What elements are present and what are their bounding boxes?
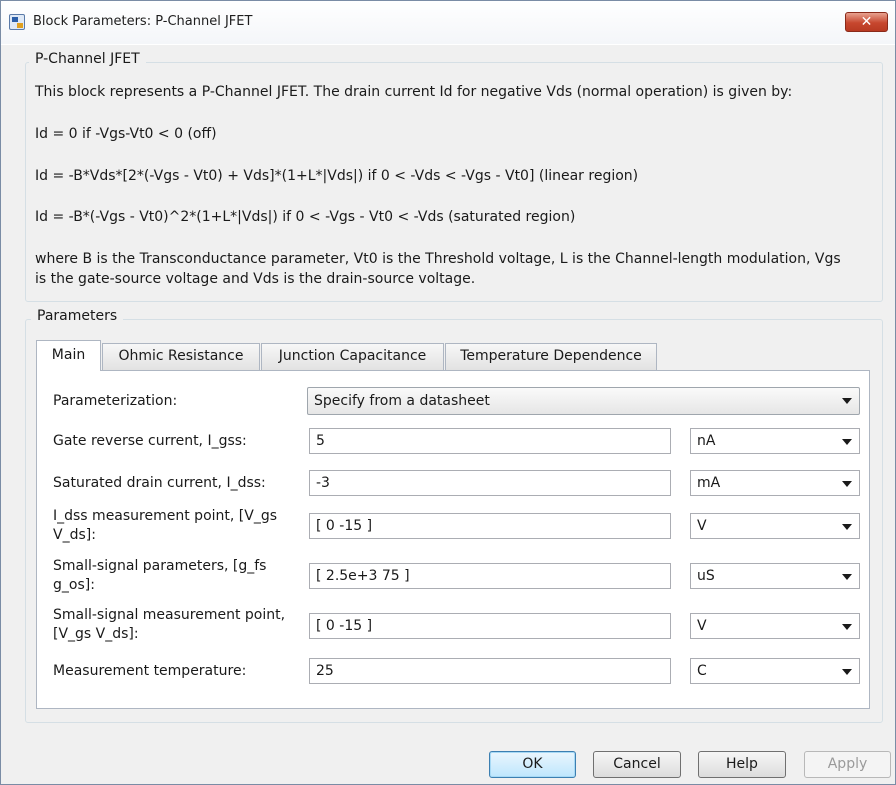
small-signal-measurement-point-field[interactable] bbox=[309, 613, 671, 639]
chevron-down-icon bbox=[842, 669, 852, 675]
cancel-button[interactable]: Cancel bbox=[593, 751, 681, 778]
chevron-down-icon bbox=[842, 481, 852, 487]
help-button[interactable]: Help bbox=[698, 751, 786, 778]
equation-saturated: Id = -B*(-Vgs - Vt0)^2*(1+L*|Vds|) if 0 … bbox=[35, 209, 576, 225]
unit-value: nA bbox=[697, 433, 716, 449]
close-button[interactable]: ✕ bbox=[845, 12, 888, 32]
tab-ohmic-resistance[interactable]: Ohmic Resistance bbox=[102, 343, 260, 370]
tab-main[interactable]: Main bbox=[36, 340, 101, 371]
tab-junction-capacitance[interactable]: Junction Capacitance bbox=[261, 343, 444, 370]
chevron-down-icon bbox=[842, 398, 852, 404]
gate-reverse-current-unit-dropdown[interactable]: nA bbox=[690, 428, 860, 454]
description-where: where B is the Transconductance paramete… bbox=[35, 251, 841, 267]
small-signal-measurement-point-label-cont: [V_gs V_ds]: bbox=[53, 626, 139, 642]
description-text: This block represents a P-Channel JFET. … bbox=[35, 84, 793, 100]
small-signal-parameters-label-cont: g_os]: bbox=[53, 577, 95, 593]
chevron-down-icon bbox=[842, 624, 852, 630]
saturated-drain-current-field[interactable] bbox=[309, 470, 671, 496]
saturated-drain-current-unit-dropdown[interactable]: mA bbox=[690, 470, 860, 496]
window-title: Block Parameters: P-Channel JFET bbox=[33, 14, 253, 29]
unit-value: V bbox=[697, 518, 707, 534]
gate-reverse-current-label: Gate reverse current, I_gss: bbox=[53, 433, 247, 449]
idss-measurement-point-field[interactable] bbox=[309, 513, 671, 539]
measurement-temperature-field[interactable] bbox=[309, 658, 671, 684]
unit-value: C bbox=[697, 663, 707, 679]
parameters-legend: Parameters bbox=[31, 308, 124, 324]
parameterization-label: Parameterization: bbox=[53, 393, 178, 409]
small-signal-parameters-field[interactable] bbox=[309, 563, 671, 589]
unit-value: uS bbox=[697, 568, 715, 584]
saturated-drain-current-label: Saturated drain current, I_dss: bbox=[53, 475, 266, 491]
small-signal-parameters-unit-dropdown[interactable]: uS bbox=[690, 563, 860, 589]
simulink-block-icon bbox=[9, 14, 25, 30]
small-signal-measurement-point-label: Small-signal measurement point, bbox=[53, 607, 286, 623]
unit-value: V bbox=[697, 618, 707, 634]
ok-button[interactable]: OK bbox=[489, 751, 576, 778]
title-bar[interactable]: Block Parameters: P-Channel JFET ✕ bbox=[1, 1, 895, 45]
gate-reverse-current-field[interactable] bbox=[309, 428, 671, 454]
idss-measurement-point-label: I_dss measurement point, [V_gs bbox=[53, 508, 277, 524]
equation-linear: Id = -B*Vds*[2*(-Vgs - Vt0) + Vds]*(1+L*… bbox=[35, 168, 639, 184]
description-where-cont: is the gate-source voltage and Vds is th… bbox=[35, 271, 476, 287]
idss-measurement-point-label-cont: V_ds]: bbox=[53, 527, 96, 543]
apply-button[interactable]: Apply bbox=[804, 751, 891, 778]
measurement-temperature-label: Measurement temperature: bbox=[53, 663, 247, 679]
small-signal-parameters-label: Small-signal parameters, [g_fs bbox=[53, 558, 267, 574]
parameterization-value: Specify from a datasheet bbox=[314, 393, 490, 409]
small-signal-measurement-point-unit-dropdown[interactable]: V bbox=[690, 613, 860, 639]
block-parameters-dialog: Block Parameters: P-Channel JFET ✕ P-Cha… bbox=[0, 0, 896, 785]
idss-measurement-point-unit-dropdown[interactable]: V bbox=[690, 513, 860, 539]
chevron-down-icon bbox=[842, 524, 852, 530]
chevron-down-icon bbox=[842, 574, 852, 580]
parameterization-dropdown[interactable]: Specify from a datasheet bbox=[307, 387, 860, 415]
equation-off: Id = 0 if -Vgs-Vt0 < 0 (off) bbox=[35, 126, 217, 142]
close-icon: ✕ bbox=[860, 14, 873, 30]
description-legend: P-Channel JFET bbox=[29, 51, 146, 67]
unit-value: mA bbox=[697, 475, 721, 491]
measurement-temperature-unit-dropdown[interactable]: C bbox=[690, 658, 860, 684]
tab-temperature-dependence[interactable]: Temperature Dependence bbox=[445, 343, 657, 370]
chevron-down-icon bbox=[842, 439, 852, 445]
